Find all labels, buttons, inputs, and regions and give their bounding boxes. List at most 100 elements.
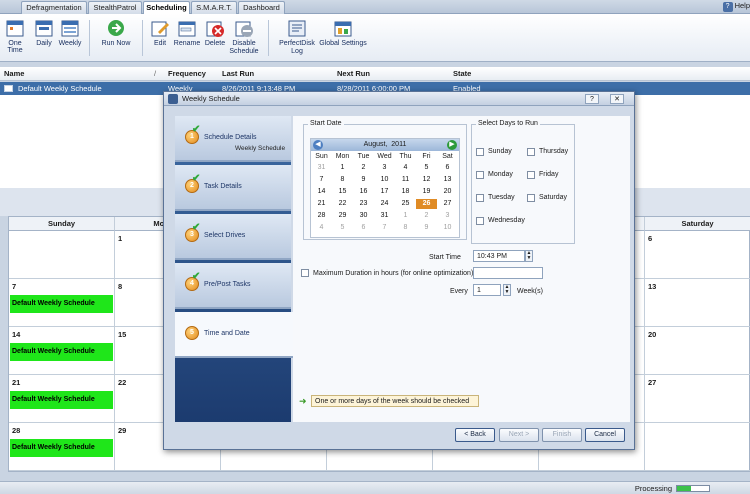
- day-checkbox[interactable]: [527, 194, 535, 202]
- start-time-input[interactable]: 10:43 PM: [473, 250, 525, 262]
- tab-defragmentation[interactable]: Defragmentation: [21, 1, 87, 14]
- scheduled-event[interactable]: Default Weekly Schedule: [10, 391, 113, 409]
- calendar-cell[interactable]: 6: [645, 231, 750, 279]
- tab-smart[interactable]: S.M.A.R.T.: [191, 1, 237, 14]
- date-cell[interactable]: 12: [416, 175, 437, 185]
- calendar-cell[interactable]: 7 Default Weekly Schedule: [9, 279, 115, 327]
- date-cell[interactable]: 19: [416, 187, 437, 197]
- weekly-button[interactable]: Weekly: [57, 18, 83, 47]
- global-settings-button[interactable]: Global Settings: [319, 18, 367, 47]
- date-cell[interactable]: 26: [416, 199, 437, 209]
- date-cell[interactable]: 1: [332, 163, 353, 173]
- calendar-cell[interactable]: 28 Default Weekly Schedule: [9, 423, 115, 471]
- dialog-close-button[interactable]: ✕: [610, 94, 624, 104]
- start-time-spinner[interactable]: ▲ ▼: [525, 250, 533, 262]
- date-cell[interactable]: 15: [332, 187, 353, 197]
- date-cell[interactable]: 29: [332, 211, 353, 221]
- date-cell[interactable]: 30: [353, 211, 374, 221]
- date-cell[interactable]: 3: [437, 211, 458, 221]
- date-cell[interactable]: 2: [416, 211, 437, 221]
- cancel-button[interactable]: Cancel: [585, 428, 625, 442]
- date-cell[interactable]: 5: [332, 223, 353, 233]
- edit-button[interactable]: Edit: [150, 18, 170, 47]
- disable-schedule-button[interactable]: Disable Schedule: [228, 18, 260, 56]
- run-now-button[interactable]: Run Now: [100, 18, 132, 47]
- date-cell[interactable]: 31: [374, 211, 395, 221]
- one-time-button[interactable]: One Time: [0, 18, 30, 54]
- calendar-cell[interactable]: 13: [645, 279, 750, 327]
- calendar-cell[interactable]: 20: [645, 327, 750, 375]
- date-cell[interactable]: 18: [395, 187, 416, 197]
- calendar-cell[interactable]: 21 Default Weekly Schedule: [9, 375, 115, 423]
- wizard-step[interactable]: 3 ✔ Select Drives: [175, 214, 291, 260]
- date-cell[interactable]: 10: [437, 223, 458, 233]
- date-cell[interactable]: 13: [437, 175, 458, 185]
- finish-button[interactable]: Finish: [542, 428, 582, 442]
- scheduled-event[interactable]: Default Weekly Schedule: [10, 295, 113, 313]
- tab-scheduling[interactable]: Scheduling: [143, 1, 190, 15]
- date-cell[interactable]: 2: [353, 163, 374, 173]
- calendar-cell[interactable]: [9, 231, 115, 279]
- col-name[interactable]: Name: [4, 67, 24, 81]
- date-cell[interactable]: 28: [311, 211, 332, 221]
- date-cell[interactable]: 24: [374, 199, 395, 209]
- tab-dashboard[interactable]: Dashboard: [238, 1, 285, 14]
- calendar-cell[interactable]: [645, 423, 750, 471]
- date-cell[interactable]: 11: [395, 175, 416, 185]
- wizard-step[interactable]: 2 ✔ Task Details: [175, 165, 291, 211]
- back-button[interactable]: < Back: [455, 428, 495, 442]
- date-cell[interactable]: 3: [374, 163, 395, 173]
- date-cell[interactable]: 4: [395, 163, 416, 173]
- max-duration-checkbox[interactable]: [301, 269, 309, 277]
- date-cell[interactable]: 6: [353, 223, 374, 233]
- date-cell[interactable]: 10: [374, 175, 395, 185]
- calendar-cell[interactable]: 27: [645, 375, 750, 423]
- dialog-help-button[interactable]: ?: [585, 94, 599, 104]
- day-checkbox[interactable]: [476, 194, 484, 202]
- date-cell[interactable]: 20: [437, 187, 458, 197]
- date-cell[interactable]: 9: [416, 223, 437, 233]
- day-checkbox[interactable]: [476, 171, 484, 179]
- perfectdisk-log-button[interactable]: PerfectDisk Log: [276, 18, 318, 56]
- date-cell[interactable]: 9: [353, 175, 374, 185]
- help-button[interactable]: ? Help: [722, 1, 750, 12]
- date-cell[interactable]: 5: [416, 163, 437, 173]
- day-checkbox[interactable]: [527, 171, 535, 179]
- wizard-step[interactable]: 4 ✔ Pre/Post Tasks: [175, 263, 291, 309]
- date-picker[interactable]: ◀ August, 2011 ▶ Sun Mon Tue Wed Thu Fri Sat 31…: [310, 138, 460, 238]
- every-weeks-input[interactable]: 1: [473, 284, 501, 296]
- date-cell[interactable]: 8: [395, 223, 416, 233]
- tab-stealthpatrol[interactable]: StealthPatrol: [88, 1, 142, 14]
- day-checkbox[interactable]: [527, 148, 535, 156]
- next-button[interactable]: Next >: [499, 428, 539, 442]
- col-frequency[interactable]: Frequency: [168, 67, 206, 81]
- date-cell[interactable]: 1: [395, 211, 416, 221]
- wizard-step[interactable]: 1 ✔ Schedule Details Weekly Schedule: [175, 116, 291, 162]
- date-cell[interactable]: 27: [437, 199, 458, 209]
- delete-button[interactable]: Delete: [203, 18, 227, 47]
- date-cell[interactable]: 8: [332, 175, 353, 185]
- date-cell[interactable]: 7: [374, 223, 395, 233]
- date-cell[interactable]: 7: [311, 175, 332, 185]
- date-cell[interactable]: 21: [311, 199, 332, 209]
- date-cell[interactable]: 22: [332, 199, 353, 209]
- daily-button[interactable]: Daily: [33, 18, 55, 47]
- day-checkbox[interactable]: [476, 148, 484, 156]
- date-cell[interactable]: 16: [353, 187, 374, 197]
- col-last-run[interactable]: Last Run: [222, 67, 254, 81]
- next-month-button[interactable]: ▶: [447, 140, 457, 150]
- calendar-cell[interactable]: 14 Default Weekly Schedule: [9, 327, 115, 375]
- scheduled-event[interactable]: Default Weekly Schedule: [10, 343, 113, 361]
- every-weeks-spinner[interactable]: ▲ ▼: [503, 284, 511, 296]
- col-state[interactable]: State: [453, 67, 471, 81]
- date-cell[interactable]: 23: [353, 199, 374, 209]
- day-checkbox[interactable]: [476, 217, 484, 225]
- prev-month-button[interactable]: ◀: [313, 140, 323, 150]
- wizard-step[interactable]: 5 Time and Date: [175, 312, 293, 358]
- date-cell[interactable]: 25: [395, 199, 416, 209]
- max-duration-input[interactable]: [473, 267, 543, 279]
- date-cell[interactable]: 4: [311, 223, 332, 233]
- date-cell[interactable]: 14: [311, 187, 332, 197]
- scheduled-event[interactable]: Default Weekly Schedule: [10, 439, 113, 457]
- date-cell[interactable]: 6: [437, 163, 458, 173]
